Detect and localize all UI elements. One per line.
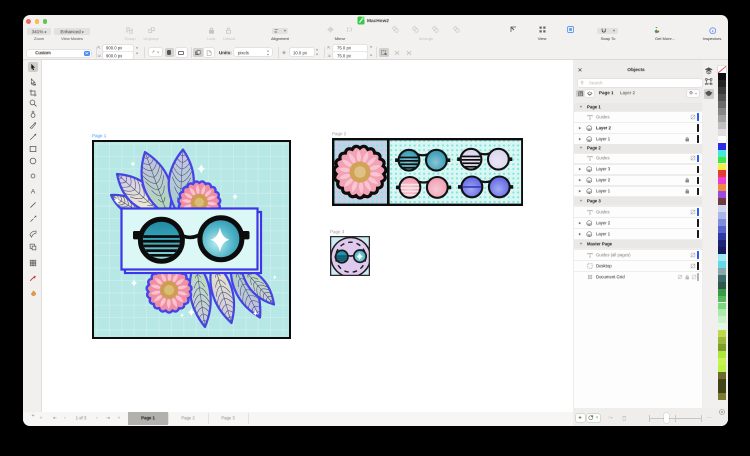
svg-text:A: A [31,188,36,194]
